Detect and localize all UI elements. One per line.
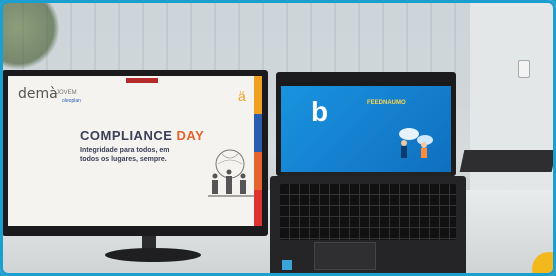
background-keyboard [459,150,556,172]
title-part2: DAY [176,128,205,143]
brand-logo: demà [18,86,58,102]
laptop-screen: b FEEDNAUMO [281,82,451,172]
plant [0,0,60,70]
monitor-screen: demà JOVEM oleoplan ä COMPLIANCE DAY Int… [8,76,262,226]
laptop-title: FEEDNAUMO [367,100,406,106]
touchpad [314,242,376,270]
stripe-orange [254,76,262,114]
laptop-sticker [282,260,292,270]
brand-tag: oleoplan [62,98,81,104]
people-illustration-icon [208,149,254,197]
app-menubar [281,82,451,86]
monitor-stand-base [105,248,201,262]
brand-sub: JOVEM [56,90,77,96]
corner-logo-icon: ä [238,88,246,104]
laptop-base [270,176,466,276]
laptop-lid: b FEEDNAUMO [276,72,456,176]
keyboard-rows [280,184,456,240]
laptop-logo: b [311,96,329,127]
people-talking-illustration-icon [399,128,433,158]
slide-title: COMPLIANCE DAY [80,128,204,143]
photo: demà JOVEM oleoplan ä COMPLIANCE DAY Int… [0,0,556,276]
top-badge [126,78,158,83]
title-part1: COMPLIANCE [80,128,173,143]
monitor: demà JOVEM oleoplan ä COMPLIANCE DAY Int… [2,70,268,236]
slide-subtitle: Integridade para todos, em todos os luga… [80,147,170,163]
wall-outlet [518,60,530,78]
